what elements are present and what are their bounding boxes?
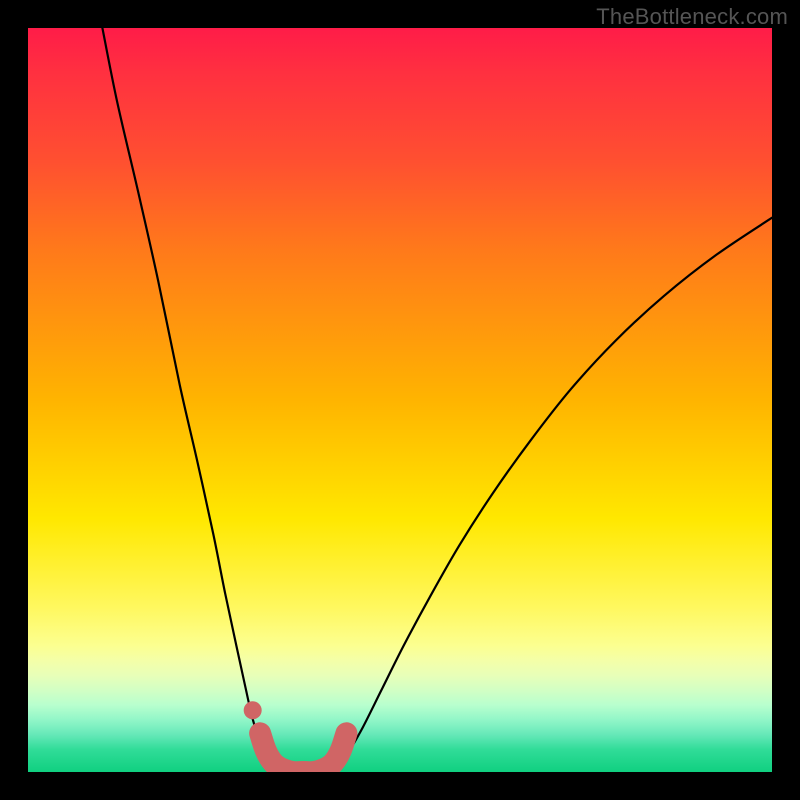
valley-marker-u	[260, 733, 346, 772]
curve-layer	[28, 28, 772, 772]
curve-left-branch	[102, 28, 272, 772]
plot-area	[28, 28, 772, 772]
valley-marker-series	[244, 701, 347, 772]
chart-frame: TheBottleneck.com	[0, 0, 800, 800]
bottleneck-curve	[102, 28, 772, 772]
valley-marker-dot	[244, 701, 262, 719]
curve-right-branch	[337, 218, 772, 772]
watermark-text: TheBottleneck.com	[596, 4, 788, 30]
